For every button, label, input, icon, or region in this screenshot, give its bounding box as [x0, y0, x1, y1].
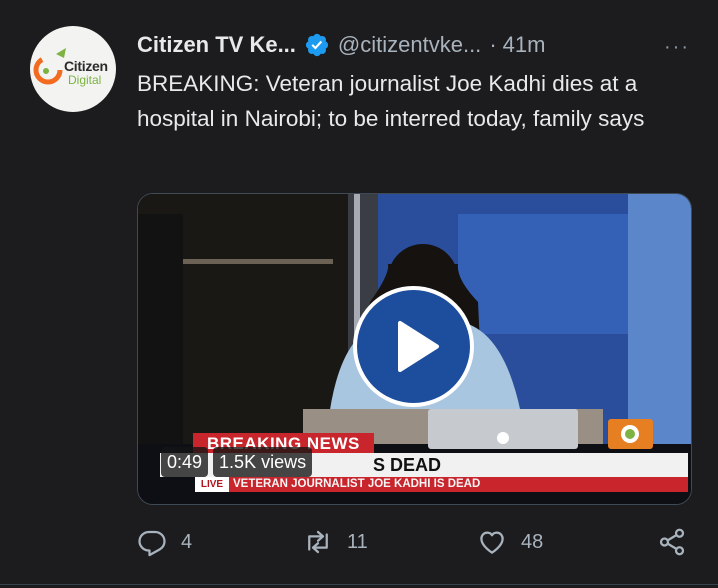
live-badge: LIVE: [195, 477, 229, 492]
tweet-text: BREAKING: Veteran journalist Joe Kadhi d…: [137, 71, 645, 131]
tweet-header: Citizen TV Ke... @citizentvke... · 41m: [137, 29, 545, 61]
more-icon[interactable]: ···: [664, 36, 690, 59]
video-player[interactable]: BREAKING NEWS S DEAD VETERAN JOURNALIST …: [137, 193, 692, 505]
reply-button[interactable]: 4: [137, 527, 192, 557]
share-button[interactable]: [657, 527, 687, 557]
retweet-icon: [308, 530, 328, 554]
play-icon: [398, 321, 439, 372]
action-bar: 4 11 48: [137, 523, 697, 563]
play-button[interactable]: [353, 286, 474, 407]
tweet-card[interactable]: Citizen Digital Citizen TV Ke... @citize…: [0, 0, 718, 588]
like-count: 48: [521, 530, 544, 553]
view-count: 1.5K views: [213, 447, 313, 477]
reply-count: 4: [181, 530, 193, 553]
video-stats: 0:49 1.5K views: [161, 447, 313, 477]
reply-icon: [138, 530, 166, 557]
handle[interactable]: @citizentvke...: [338, 32, 481, 58]
heart-icon: [480, 531, 504, 554]
timestamp[interactable]: 41m: [503, 32, 546, 58]
avatar[interactable]: Citizen Digital: [30, 26, 116, 112]
divider: [0, 584, 718, 585]
avatar-brand-line1: Citizen: [64, 58, 108, 74]
breaking-headline-text: S DEAD: [372, 455, 441, 475]
video-duration: 0:49: [161, 447, 209, 477]
avatar-brand-line2: Digital: [68, 73, 102, 87]
verified-badge-icon: [305, 33, 329, 57]
retweet-count: 11: [347, 530, 368, 553]
display-name[interactable]: Citizen TV Ke...: [137, 32, 296, 58]
retweet-button[interactable]: 11: [303, 527, 368, 557]
like-button[interactable]: 48: [477, 527, 543, 557]
separator-dot: ·: [489, 32, 497, 57]
share-icon: [659, 528, 685, 556]
news-ticker: VETERAN JOURNALIST JOE KADHI IS DEAD: [195, 477, 688, 492]
